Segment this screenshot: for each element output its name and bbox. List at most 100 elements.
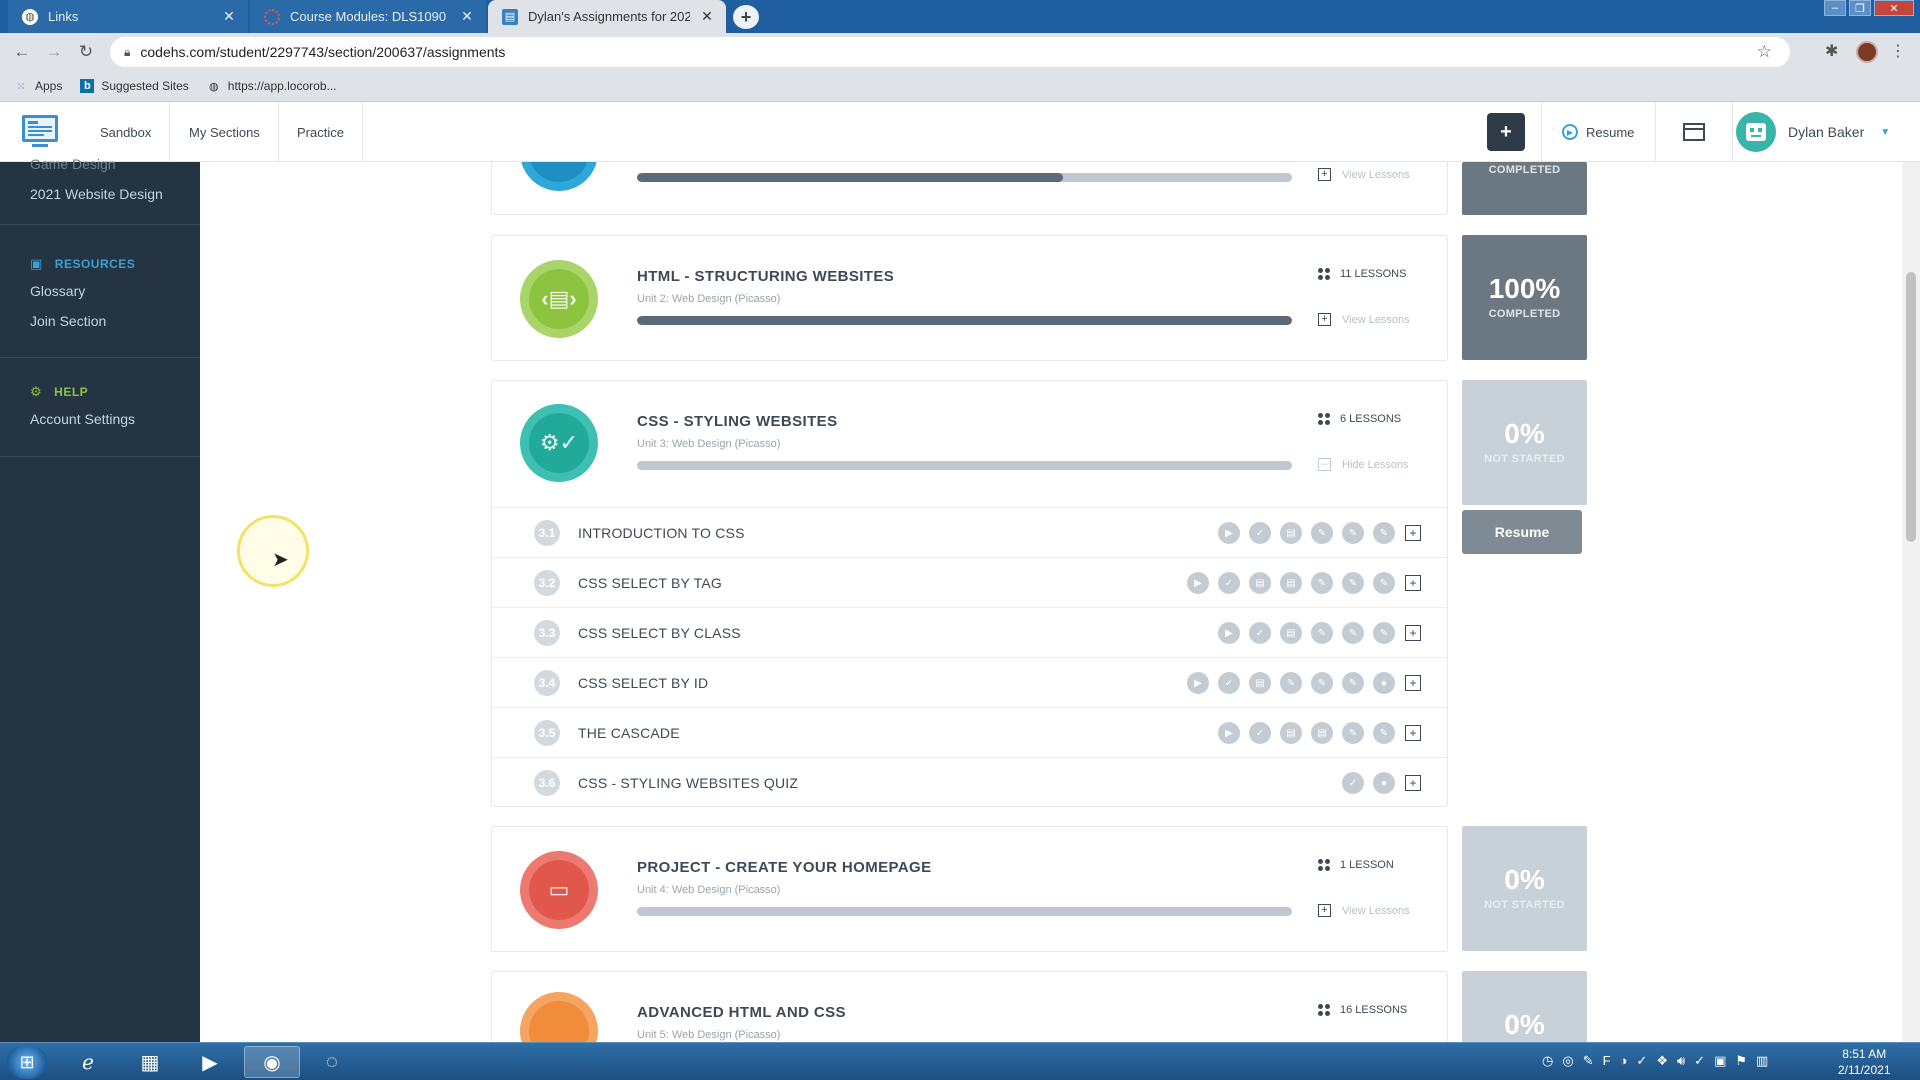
pencil-icon[interactable]: ✎ [1342, 572, 1364, 594]
document-icon[interactable]: ▤ [1249, 672, 1271, 694]
video-icon[interactable]: ▶ [1218, 622, 1240, 644]
video-icon[interactable]: ▶ [1187, 572, 1209, 594]
sidebar-item-join-section[interactable]: Join Section [30, 313, 106, 329]
more-menu-icon[interactable]: ⋮ [1890, 41, 1906, 61]
expand-plus-icon[interactable]: + [1405, 625, 1421, 641]
video-icon[interactable]: ▶ [1218, 722, 1240, 744]
codehs-logo-icon[interactable] [20, 112, 60, 152]
view-lessons-toggle[interactable]: + View Lessons [1318, 168, 1410, 181]
close-icon[interactable]: ✕ [220, 8, 238, 25]
chrome-icon[interactable]: ◉ [244, 1046, 300, 1078]
bookmark-locorobo[interactable]: ◍ https://app.locorob... [207, 79, 337, 93]
pencil-icon[interactable]: ✎ [1311, 572, 1333, 594]
forward-arrow-icon[interactable]: → [38, 42, 70, 62]
video-icon[interactable]: ▶ [1218, 522, 1240, 544]
checkbox-icon[interactable]: ✓ [1342, 772, 1364, 794]
calendar-button[interactable] [1655, 102, 1733, 162]
pencil-icon[interactable]: ✎ [1373, 722, 1395, 744]
pencil-icon[interactable]: ✎ [1342, 722, 1364, 744]
file-explorer-icon[interactable]: ▦ [122, 1046, 178, 1078]
document-icon[interactable]: ▤ [1249, 572, 1271, 594]
document-icon[interactable]: ▤ [1280, 572, 1302, 594]
sidebar-item-glossary[interactable]: Glossary [30, 283, 85, 299]
app-window-icon[interactable]: ◌ [304, 1046, 360, 1078]
lesson-title[interactable]: CSS SELECT BY TAG [578, 575, 722, 591]
expand-plus-icon[interactable]: + [1405, 575, 1421, 591]
expand-plus-icon[interactable]: + [1405, 775, 1421, 791]
unit-title[interactable]: ADVANCED HTML AND CSS [637, 1004, 846, 1021]
circle-icon[interactable]: ● [1373, 672, 1395, 694]
star-icon[interactable]: ☆ [1757, 42, 1772, 62]
tab-course-modules[interactable]: Course Modules: DLS1090 604 ✕ [250, 0, 486, 33]
tray-icon[interactable]: ✓ [1636, 1053, 1647, 1069]
expand-plus-icon[interactable]: + [1405, 525, 1421, 541]
close-icon[interactable]: ✕ [458, 8, 476, 25]
expand-plus-icon[interactable]: + [1405, 675, 1421, 691]
tab-links[interactable]: ◍ Links ✕ [8, 0, 248, 33]
volume-icon[interactable]: 🔊︎ [1677, 1053, 1685, 1069]
lesson-title[interactable]: CSS SELECT BY ID [578, 675, 708, 691]
lesson-title[interactable]: CSS SELECT BY CLASS [578, 625, 741, 641]
media-player-icon[interactable]: ▶ [182, 1046, 238, 1078]
new-tab-button[interactable]: + [733, 5, 759, 29]
lesson-title[interactable]: THE CASCADE [578, 725, 680, 741]
tray-icon[interactable]: ✎ [1583, 1053, 1594, 1069]
tray-icon[interactable]: ◷ [1542, 1053, 1553, 1069]
document-icon[interactable]: ▤ [1311, 722, 1333, 744]
pencil-icon[interactable]: ✎ [1311, 672, 1333, 694]
view-lessons-toggle[interactable]: + View Lessons [1318, 904, 1410, 917]
puzzle-icon[interactable]: ✱ [1825, 41, 1838, 61]
document-icon[interactable]: ▤ [1280, 522, 1302, 544]
sidebar-item-website-design[interactable]: 2021 Website Design [30, 186, 163, 202]
resume-header-button[interactable]: ▶ Resume [1541, 102, 1654, 162]
tray-icon[interactable]: F [1603, 1053, 1611, 1069]
nav-practice[interactable]: Practice [279, 102, 363, 162]
sidebar-item-game-design[interactable]: Game Design [30, 156, 116, 172]
tray-icon[interactable]: ✓ [1694, 1053, 1705, 1069]
close-icon[interactable]: ✕ [698, 8, 716, 25]
document-icon[interactable]: ▤ [1280, 622, 1302, 644]
lesson-row[interactable]: 3.2 CSS SELECT BY TAG ▶ ✓ ▤ ▤ ✎ ✎ ✎ + [492, 557, 1447, 607]
nav-my-sections[interactable]: My Sections [171, 102, 279, 162]
reload-icon[interactable]: ↻ [70, 42, 102, 62]
tray-icon[interactable]: ❖ [1656, 1053, 1668, 1069]
document-icon[interactable]: ▤ [1280, 722, 1302, 744]
pencil-icon[interactable]: ✎ [1373, 522, 1395, 544]
user-menu[interactable]: Dylan Baker ▼ [1735, 102, 1890, 162]
pencil-icon[interactable]: ✎ [1373, 572, 1395, 594]
page-scrollbar[interactable] [1902, 162, 1920, 1042]
bookmark-apps[interactable]: ⁙ Apps [14, 79, 62, 93]
minimize-icon[interactable]: – [1824, 0, 1846, 16]
nav-sandbox[interactable]: Sandbox [82, 102, 171, 162]
bookmark-suggested-sites[interactable]: b Suggested Sites [80, 79, 189, 93]
expand-plus-icon[interactable]: + [1405, 725, 1421, 741]
checkbox-icon[interactable]: ✓ [1249, 722, 1271, 744]
checkbox-icon[interactable]: ✓ [1218, 672, 1240, 694]
tray-icon[interactable]: ◎ [1562, 1053, 1573, 1069]
pencil-icon[interactable]: ✎ [1311, 522, 1333, 544]
tray-icon[interactable]: ▣ [1714, 1053, 1726, 1069]
back-arrow-icon[interactable]: ← [6, 42, 38, 62]
create-plus-button[interactable]: + [1487, 113, 1525, 151]
lesson-row[interactable]: 3.4 CSS SELECT BY ID ▶ ✓ ▤ ✎ ✎ ✎ ● + [492, 657, 1447, 707]
internet-explorer-icon[interactable]: ℯ [60, 1046, 116, 1078]
maximize-icon[interactable]: ❐ [1849, 0, 1871, 16]
checkbox-icon[interactable]: ✓ [1249, 622, 1271, 644]
lesson-title[interactable]: INTRODUCTION TO CSS [578, 525, 745, 541]
pencil-icon[interactable]: ✎ [1373, 622, 1395, 644]
tray-icon[interactable]: ◑ [1620, 1053, 1628, 1069]
resume-unit-button[interactable]: Resume [1462, 510, 1582, 554]
sidebar-item-account-settings[interactable]: Account Settings [30, 411, 135, 427]
hide-lessons-toggle[interactable]: – Hide Lessons [1318, 458, 1409, 471]
pencil-icon[interactable]: ✎ [1342, 522, 1364, 544]
checkbox-icon[interactable]: ✓ [1249, 522, 1271, 544]
pencil-icon[interactable]: ✎ [1342, 622, 1364, 644]
network-icon[interactable]: ▥ [1756, 1053, 1768, 1069]
video-icon[interactable]: ▶ [1187, 672, 1209, 694]
windows-start-icon[interactable]: ⊞ [6, 1045, 48, 1079]
lesson-row[interactable]: 3.1 INTRODUCTION TO CSS ▶ ✓ ▤ ✎ ✎ ✎ + [492, 507, 1447, 557]
close-window-icon[interactable]: ✕ [1874, 0, 1914, 16]
view-lessons-toggle[interactable]: + View Lessons [1318, 313, 1410, 326]
unit-title[interactable]: HTML - STRUCTURING WEBSITES [637, 268, 894, 285]
lesson-row[interactable]: 3.3 CSS SELECT BY CLASS ▶ ✓ ▤ ✎ ✎ ✎ + [492, 607, 1447, 657]
